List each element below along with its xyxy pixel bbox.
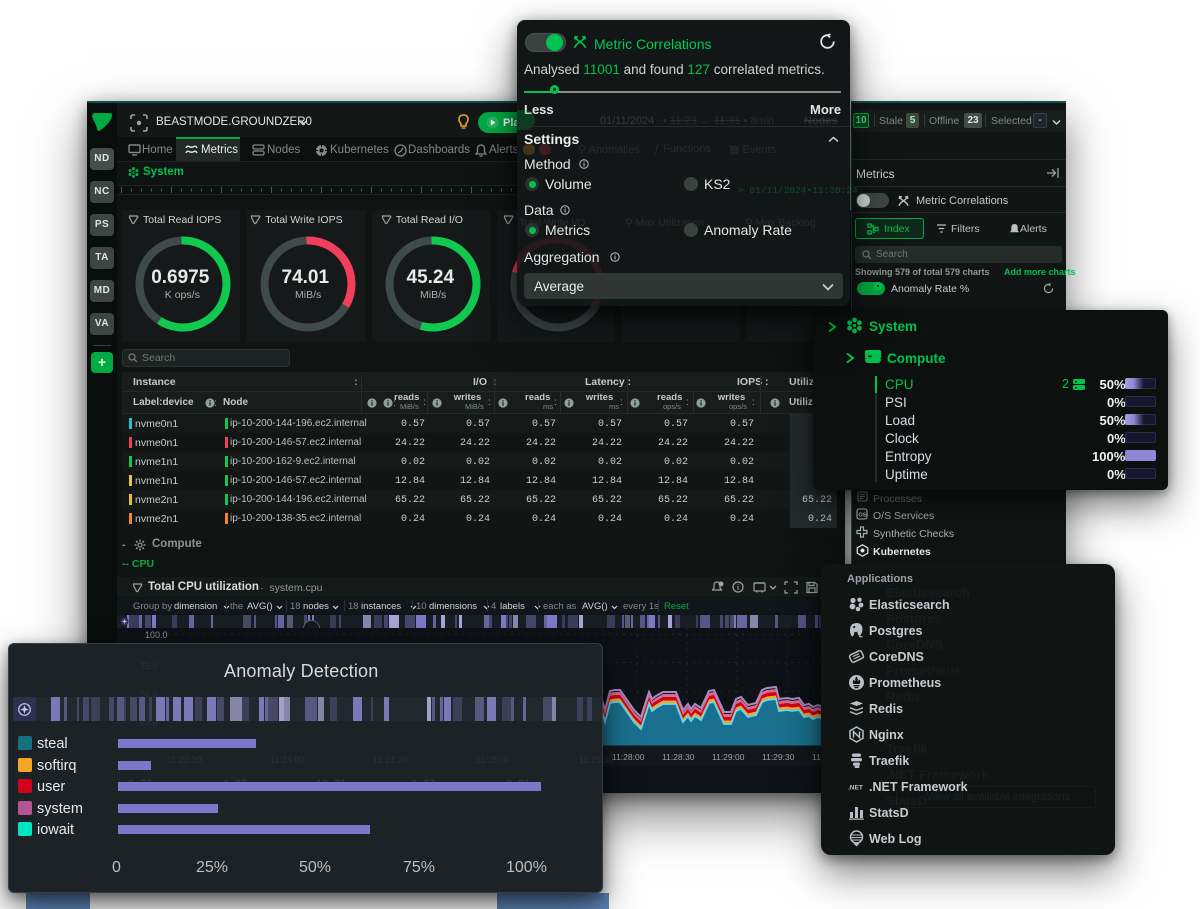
svg-text:.NET: .NET [848,785,863,792]
svg-text:OS: OS [858,513,866,519]
